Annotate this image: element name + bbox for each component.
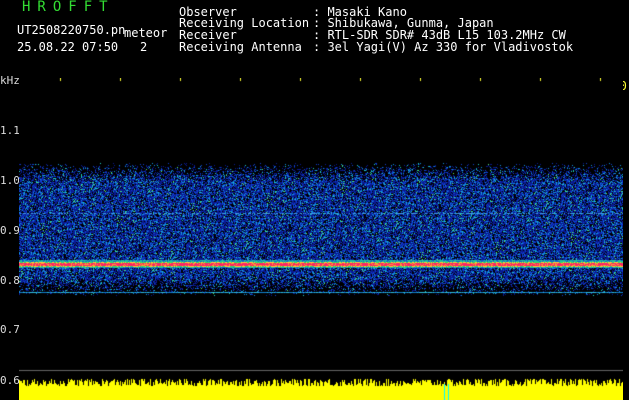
- spectrogram-canvas: [19, 78, 623, 400]
- meteor-count: 2: [140, 40, 148, 54]
- meteor-tag: meteor: [124, 26, 168, 40]
- date-time: 25.08.22 07:50: [17, 40, 119, 54]
- info-value-antenna: : 3el Yagi(V) Az 330 for Vladivostok: [313, 40, 574, 54]
- axis-unit-label: kHz: [0, 74, 20, 87]
- y-tick-label: 0.7: [0, 323, 20, 336]
- y-tick-label: 1.1: [0, 124, 20, 137]
- y-tick-label: 1.0: [0, 174, 20, 187]
- app-title: HROFFT: [22, 0, 115, 15]
- info-key-antenna: Receiving Antenna: [179, 40, 302, 54]
- y-tick-label: 0.6: [0, 374, 20, 387]
- y-tick-label: 0.9: [0, 224, 20, 237]
- file-name: UT2508220750.pn: [17, 23, 126, 37]
- y-tick-label: 0.8: [0, 274, 20, 287]
